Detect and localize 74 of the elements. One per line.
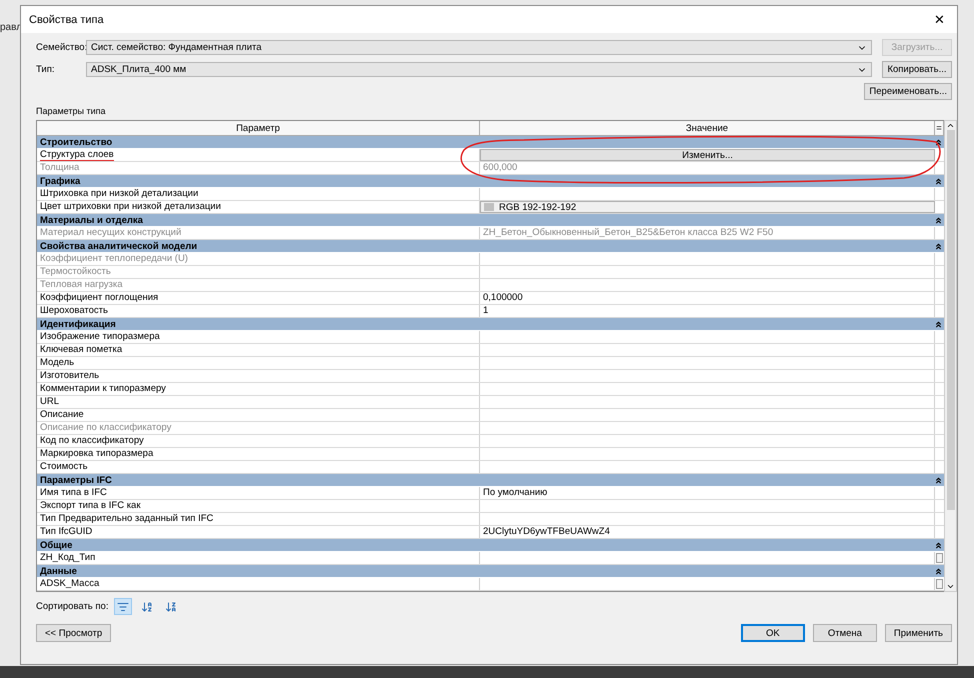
group-header[interactable]: Свойства аналитической модели	[37, 240, 944, 253]
value-cell: ZH_Бетон_Обыкновенный_Бетон_B25&Бетон класса B25 W2 F50	[480, 227, 935, 239]
value-cell: 1	[480, 305, 935, 317]
dialog-button[interactable]: Применить	[884, 624, 952, 642]
parameter-cell: Тип IfcGUID	[37, 526, 480, 538]
type-dropdown[interactable]: ADSK_Плита_400 мм	[86, 62, 872, 77]
parameter-cell: ADSK_Масса	[37, 578, 480, 590]
checkbox[interactable]	[936, 553, 943, 563]
copy-button[interactable]: Копировать...	[882, 61, 952, 78]
parameter-cell: Изображение типоразмера	[37, 331, 480, 343]
sort-descending-icon	[165, 600, 178, 612]
field-label: Семейство:	[36, 42, 86, 53]
parameter-cell: Тип Предварительно заданный тип IFC	[37, 513, 480, 525]
checkbox[interactable]	[936, 579, 943, 589]
collapse-icon[interactable]	[934, 566, 944, 576]
collapse-icon[interactable]	[934, 476, 944, 484]
parameter-cell: Ключевая пометка	[37, 344, 480, 356]
parameter-cell: Коэффициент теплопередачи (U)	[37, 253, 480, 265]
parameter-cell: Толщина	[37, 162, 480, 174]
value-cell: 0,100000	[480, 292, 935, 304]
parameter-cell: Изготовитель	[37, 370, 480, 382]
parameter-cell: Термостойкость	[37, 266, 480, 278]
parameter-cell: Имя типа в IFC	[37, 487, 480, 499]
group-header[interactable]: Графика	[37, 175, 944, 188]
column-header[interactable]: Параметр	[37, 121, 480, 135]
collapse-icon[interactable]	[934, 176, 944, 186]
parameter-cell: Описание	[37, 409, 480, 421]
group-header[interactable]: Материалы и отделка	[37, 214, 944, 227]
collapse-icon[interactable]	[934, 138, 944, 146]
parameter-cell: Модель	[37, 357, 480, 369]
scrollbar[interactable]	[944, 120, 957, 592]
parameter-cell: Шероховатость	[37, 305, 480, 317]
group-header[interactable]: Идентификация	[37, 318, 944, 331]
sort-ascending-icon	[141, 600, 154, 612]
preview-button[interactable]: << Просмотр	[36, 624, 112, 642]
collapse-icon[interactable]	[934, 540, 944, 550]
value-cell: 600,000	[480, 162, 935, 174]
parameter-cell: Маркировка типоразмера	[37, 448, 480, 460]
group-header[interactable]: Общие	[37, 539, 944, 552]
collapse-icon[interactable]	[934, 320, 944, 328]
value-cell: По умолчанию	[480, 487, 935, 499]
parameter-cell: Тепловая нагрузка	[37, 279, 480, 291]
parameter-cell: Код по классификатору	[37, 435, 480, 447]
section-label: Параметры типа	[36, 106, 107, 116]
parameter-cell: Стоимость	[37, 461, 480, 473]
parameter-cell: Описание по классификатору	[37, 422, 480, 434]
parameter-cell: Экспорт типа в IFC как	[37, 500, 480, 512]
edit-button[interactable]: Изменить...	[480, 149, 935, 161]
parameter-cell: Комментарии к типоразмеру	[37, 383, 480, 395]
scroll-up-icon[interactable]	[946, 121, 955, 130]
parameter-cell: Коэффициент поглощения	[37, 292, 480, 304]
close-button[interactable]: ✕	[930, 12, 949, 27]
collapse-icon[interactable]	[934, 216, 944, 224]
sort-label: Сортировать по:	[36, 601, 108, 612]
dialog-button[interactable]: Отмена	[812, 624, 877, 642]
group-header[interactable]: Строительство	[37, 136, 944, 149]
parameter-cell: ZH_Код_Тип	[37, 552, 480, 564]
value-cell: 2UClytuYD6ywTFBeUAWwZ4	[480, 526, 935, 538]
group-header[interactable]: Данные	[37, 565, 944, 578]
scroll-down-icon[interactable]	[946, 582, 955, 591]
grouped-list-icon	[117, 600, 130, 612]
column-header[interactable]: Значение	[480, 121, 935, 135]
color-button[interactable]: RGB 192-192-192	[480, 201, 935, 213]
parameter-cell: URL	[37, 396, 480, 408]
collapse-icon[interactable]	[934, 242, 944, 250]
group-header[interactable]: Параметры IFC	[37, 474, 944, 487]
dialog-button[interactable]: OK	[740, 624, 805, 642]
parameter-cell: Штриховка при низкой детализации	[37, 188, 480, 200]
window-title: Свойства типа	[29, 14, 104, 26]
sort-button[interactable]	[114, 598, 132, 615]
family-dropdown[interactable]: Сист. семейство: Фундаментная плита	[86, 40, 872, 55]
parameter-cell: Материал несущих конструкций	[37, 227, 480, 239]
field-label: Тип:	[36, 64, 56, 75]
rename-button[interactable]: Переименовать...	[864, 83, 952, 100]
